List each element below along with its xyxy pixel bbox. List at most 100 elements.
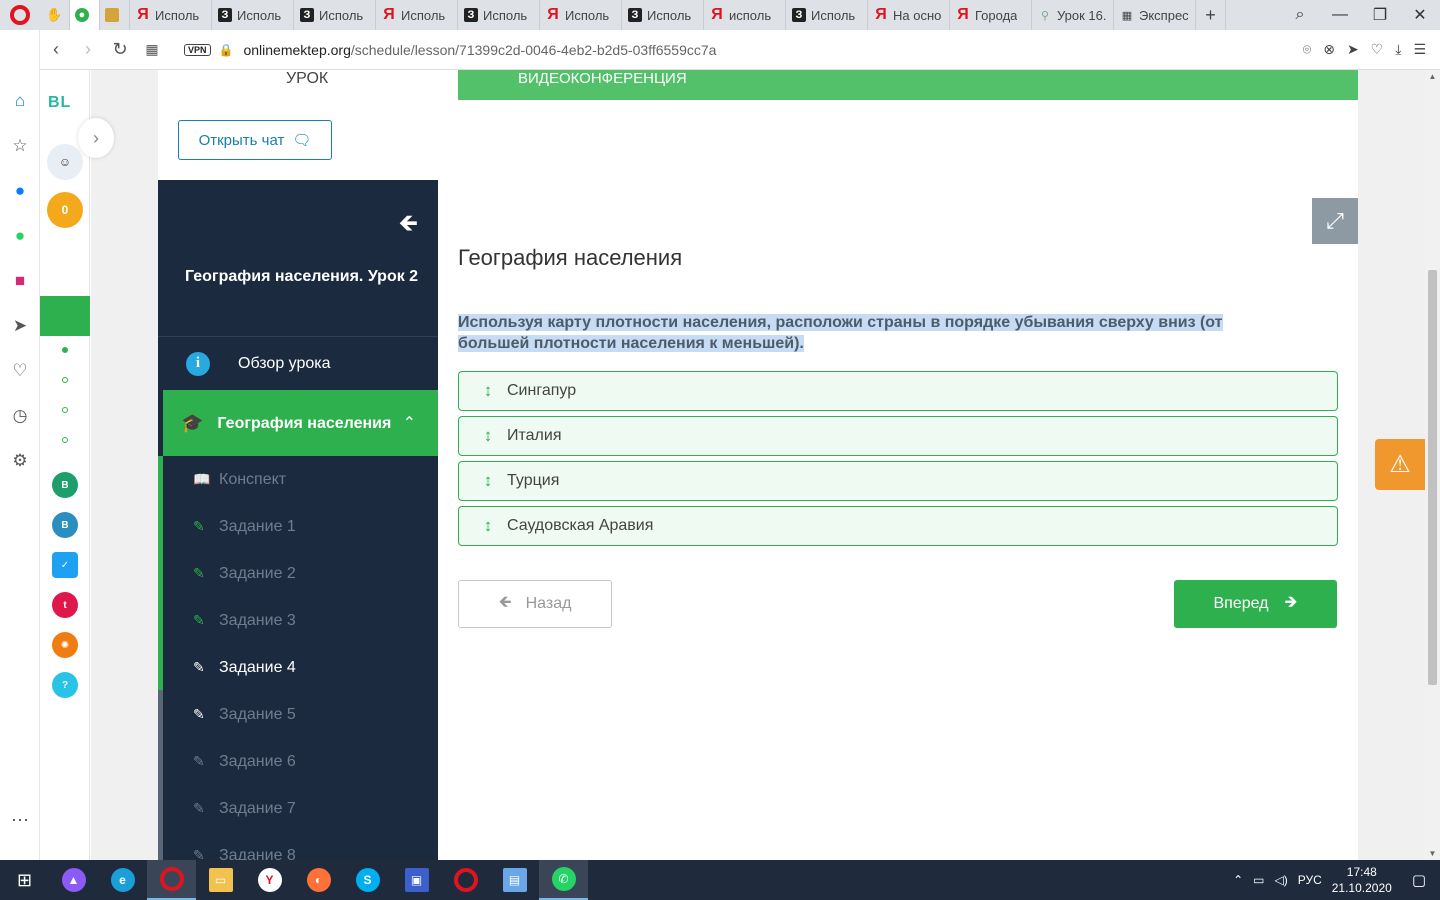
history-icon[interactable]: ◷ (0, 393, 40, 438)
menu-item-7[interactable]: ✎ Задание 7 (163, 785, 438, 832)
heart-icon[interactable]: ♡ (0, 348, 40, 393)
tray-chevron-up-icon[interactable]: ⌃ (1233, 873, 1243, 887)
tab-10[interactable]: З Исполь (786, 0, 868, 30)
minimize-button[interactable]: — (1320, 0, 1360, 30)
tab-3[interactable]: З Исполь (212, 0, 294, 30)
answer-option[interactable]: ↕ Италия (458, 416, 1338, 456)
fullscreen-icon[interactable]: ⤢ (1312, 198, 1358, 244)
forward-nav-button[interactable]: › (72, 30, 104, 70)
more-icon[interactable]: ··· (0, 809, 40, 830)
coins-badge[interactable]: 0 (47, 192, 83, 228)
tab-pin-icon[interactable]: ✋ (40, 0, 70, 30)
easy-setup-icon[interactable]: ☰ (1413, 41, 1426, 58)
nav-dot[interactable] (62, 377, 68, 383)
opera-second-icon[interactable] (441, 860, 490, 900)
tab-9[interactable]: Яисполь (704, 0, 786, 30)
twig-app-icon[interactable]: t (52, 592, 78, 618)
videoconference-banner[interactable]: ВИДЕОКОНФЕРЕНЦИЯ (458, 70, 1358, 100)
messenger-icon[interactable]: ● (0, 168, 40, 213)
answer-option[interactable]: ↕ Турция (458, 461, 1338, 501)
arrow-left-icon[interactable]: 🡸 (399, 206, 419, 247)
bilimbook-app-icon[interactable]: B (52, 512, 78, 538)
bilimland-app-icon[interactable]: B (52, 472, 78, 498)
scroll-up-icon[interactable]: ▲ (1425, 72, 1440, 81)
reload-button[interactable]: ↻ (104, 30, 136, 70)
menu-item-4[interactable]: ✎ Задание 4 (163, 644, 438, 691)
nav-dot[interactable] (62, 407, 68, 413)
edge-icon[interactable]: e (98, 860, 147, 900)
checklist-app-icon[interactable]: ✓ (52, 552, 78, 578)
avatar[interactable]: ☺ (47, 144, 83, 180)
file-explorer-icon[interactable]: ▭ (196, 860, 245, 900)
network-icon[interactable]: ▭ (1253, 873, 1264, 887)
camera-icon[interactable]: ⌾ (1303, 41, 1311, 58)
tab-7[interactable]: Я Исполь (540, 0, 622, 30)
settings-icon[interactable]: ⚙ (0, 438, 40, 483)
tab-6[interactable]: З Исполь (458, 0, 540, 30)
back-button[interactable]: 🡸 Назад (458, 580, 612, 628)
menu-item-overview[interactable]: i Обзор урока (158, 337, 438, 390)
menu-item-2[interactable]: ✎ Задание 2 (163, 550, 438, 597)
drag-handle-icon[interactable]: ↕ (481, 516, 495, 536)
notifications-icon[interactable]: ▢ (1412, 871, 1426, 889)
scroll-down-icon[interactable]: ▼ (1425, 849, 1440, 858)
drag-handle-icon[interactable]: ↕ (481, 381, 495, 401)
home-icon[interactable]: ⌂ (0, 78, 40, 123)
menu-item-1[interactable]: ✎ Задание 1 (163, 503, 438, 550)
new-tab-button[interactable]: + (1196, 0, 1226, 30)
tab-11[interactable]: Я На осно (868, 0, 950, 30)
report-warning-icon[interactable]: ⚠ (1375, 439, 1425, 490)
send-icon[interactable]: ➤ (0, 303, 40, 348)
language-indicator[interactable]: РУС (1298, 873, 1322, 887)
yandex-icon[interactable]: Y (245, 860, 294, 900)
url-field[interactable]: onlinemektep.org/schedule/lesson/71399c2… (243, 42, 1302, 58)
scroll-thumb[interactable] (1428, 270, 1437, 685)
clock[interactable]: 17:48 21.10.2020 (1332, 864, 1392, 896)
skype-icon[interactable]: S (343, 860, 392, 900)
back-nav-button[interactable]: ‹ (40, 30, 72, 70)
adblock-icon[interactable]: ⊗ (1323, 41, 1335, 58)
opera-logo-icon[interactable] (0, 0, 40, 30)
bl-logo[interactable]: BL (48, 94, 71, 112)
expand-panel-chevron-icon[interactable]: › (78, 118, 114, 158)
tab-2[interactable] (100, 0, 130, 30)
menu-item-5[interactable]: ✎ Задание 5 (163, 691, 438, 738)
tab-5[interactable]: Я Исполь (376, 0, 458, 30)
open-chat-button[interactable]: Открыть чат 🗨 (178, 120, 332, 160)
send-icon[interactable]: ➤ (1347, 41, 1359, 58)
tab-8[interactable]: З Исполь (622, 0, 704, 30)
remote-app-icon[interactable]: ▤ (490, 860, 539, 900)
app-purple-icon[interactable]: ▲ (49, 860, 98, 900)
whatsapp-taskbar-icon[interactable]: ✆ (539, 860, 588, 900)
save-app-icon[interactable]: ▣ (392, 860, 441, 900)
page-scrollbar[interactable]: ▲ ▼ (1425, 70, 1440, 860)
search-icon[interactable]: ⌕ (1280, 0, 1320, 30)
tab-13[interactable]: ⚲ Урок 16. (1032, 0, 1114, 30)
volume-icon[interactable]: ◁) (1274, 873, 1287, 887)
firefox-icon[interactable]: ◐ (294, 860, 343, 900)
menu-item-6[interactable]: ✎ Задание 6 (163, 738, 438, 785)
tab-4[interactable]: З Исполь (294, 0, 376, 30)
heart-icon[interactable]: ♡ (1371, 41, 1384, 58)
opera-taskbar-icon[interactable] (147, 860, 196, 900)
start-button[interactable]: ⊞ (0, 860, 49, 900)
tab-2[interactable]: Я Исполь (130, 0, 212, 30)
online-mektep-icon[interactable] (40, 296, 90, 336)
help-icon[interactable]: ? (52, 672, 78, 698)
tab-12[interactable]: Я Города (950, 0, 1032, 30)
answer-option[interactable]: ↕ Сингапур (458, 371, 1338, 411)
tab-14[interactable]: ▦ Экспрес (1114, 0, 1196, 30)
instagram-icon[interactable]: ■ (0, 258, 40, 303)
star-icon[interactable]: ☆ (0, 123, 40, 168)
drag-handle-icon[interactable]: ↕ (481, 471, 495, 491)
answer-option[interactable]: ↕ Саудовская Аравия (458, 506, 1338, 546)
menu-item-0[interactable]: 📖 Конспект (163, 456, 438, 503)
menu-item-3[interactable]: ✎ Задание 3 (163, 597, 438, 644)
drag-handle-icon[interactable]: ↕ (481, 426, 495, 446)
download-icon[interactable]: ⤓ (1395, 41, 1401, 58)
nav-dot-active[interactable] (62, 347, 68, 353)
forward-button[interactable]: Вперед 🡺 (1174, 580, 1337, 628)
tabs-grid-icon[interactable]: ▦ (136, 30, 168, 70)
close-window-button[interactable]: ✕ (1400, 0, 1440, 30)
lock-icon[interactable]: 🔒 (219, 43, 234, 57)
